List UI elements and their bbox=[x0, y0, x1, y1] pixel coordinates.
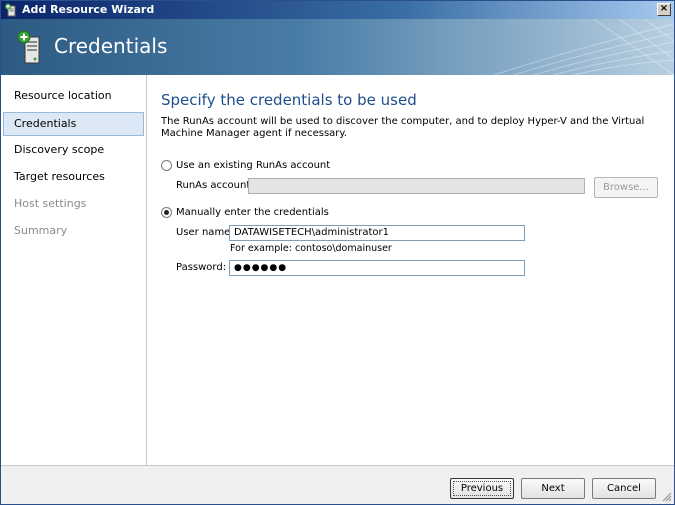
wizard-header: Credentials bbox=[1, 19, 674, 75]
password-label: Password: bbox=[176, 262, 227, 273]
browse-button: Browse... bbox=[594, 177, 658, 198]
page-title: Credentials bbox=[54, 34, 168, 58]
runas-account-field bbox=[248, 178, 585, 194]
sidebar-item-label: Discovery scope bbox=[14, 143, 105, 156]
sidebar-item-resource-location[interactable]: Resource location bbox=[3, 85, 144, 109]
existing-runas-label[interactable]: Use an existing RunAs account bbox=[176, 159, 330, 172]
wizard-steps-sidebar: Resource location Credentials Discovery … bbox=[1, 75, 147, 465]
next-button[interactable]: Next bbox=[521, 478, 585, 499]
user-name-example: For example: contoso\domainuser bbox=[230, 243, 392, 254]
resize-grip-icon[interactable] bbox=[661, 491, 672, 502]
cancel-button[interactable]: Cancel bbox=[592, 478, 656, 499]
sidebar-item-target-resources[interactable]: Target resources bbox=[3, 166, 144, 190]
manual-credentials-label[interactable]: Manually enter the credentials bbox=[176, 206, 329, 219]
existing-runas-radio[interactable] bbox=[161, 160, 172, 171]
user-name-label: User name: bbox=[176, 227, 234, 238]
user-name-input[interactable]: DATAWISETECH\administrator1 bbox=[229, 225, 525, 241]
previous-button[interactable]: Previous bbox=[450, 478, 514, 499]
wizard-content: Specify the credentials to be used The R… bbox=[147, 75, 674, 465]
sidebar-item-label: Credentials bbox=[14, 117, 77, 130]
sidebar-item-label: Host settings bbox=[14, 197, 87, 210]
sidebar-item-label: Target resources bbox=[14, 170, 105, 183]
sidebar-item-summary: Summary bbox=[3, 220, 144, 244]
close-button[interactable]: × bbox=[657, 3, 671, 16]
title-bar[interactable]: Add Resource Wizard × bbox=[1, 1, 674, 19]
sidebar-item-host-settings: Host settings bbox=[3, 193, 144, 217]
wizard-window: Add Resource Wizard × Credentials Resour… bbox=[0, 0, 675, 505]
window-title: Add Resource Wizard bbox=[22, 3, 155, 16]
section-heading: Specify the credentials to be used bbox=[161, 91, 417, 109]
runas-account-label: RunAs account: bbox=[176, 180, 254, 191]
server-add-icon bbox=[5, 3, 16, 17]
sidebar-item-credentials[interactable]: Credentials bbox=[3, 112, 144, 136]
sidebar-item-label: Resource location bbox=[14, 89, 112, 102]
sidebar-item-label: Summary bbox=[14, 224, 68, 237]
header-decoration bbox=[493, 19, 674, 75]
sidebar-item-discovery-scope[interactable]: Discovery scope bbox=[3, 139, 144, 163]
manual-credentials-radio[interactable] bbox=[161, 207, 172, 218]
close-icon: × bbox=[659, 3, 669, 14]
section-description: The RunAs account will be used to discov… bbox=[161, 116, 645, 139]
wizard-footer: Previous Next Cancel bbox=[1, 465, 674, 504]
password-input[interactable]: ●●●●●● bbox=[229, 260, 525, 276]
server-add-icon bbox=[17, 30, 40, 64]
